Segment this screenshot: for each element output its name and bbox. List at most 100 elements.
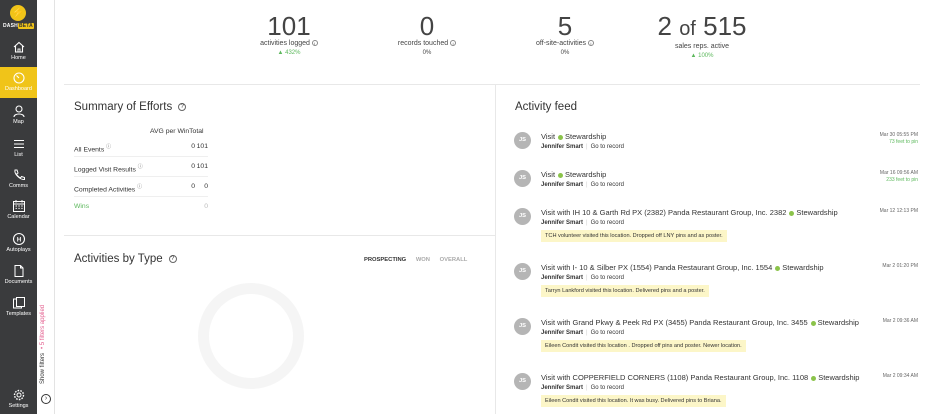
filter-strip: Show filters • 5 filters applied › [37, 0, 55, 414]
feed-item-time: Mar 12 12:13 PM [879, 208, 918, 214]
summary-avg: 0 [191, 163, 195, 170]
summary-row: Completed Activities ⓘ 0 0 [74, 177, 208, 197]
status-dot [811, 375, 817, 381]
stat-change: 0% [422, 50, 432, 56]
map-icon [12, 105, 25, 118]
calendar-icon [12, 200, 25, 212]
status-dot [789, 210, 795, 216]
sidebar-item-settings[interactable]: Settings [0, 384, 37, 414]
feed-item-time: Mar 2 01:20 PM [882, 263, 918, 269]
sidebar-item-documents[interactable]: Documents [0, 260, 37, 291]
stat-records-touched: 0 records touched i 0% [357, 13, 497, 56]
beta-badge: BETA [17, 23, 34, 29]
feed-item-user: Jennifer Smart [541, 182, 584, 188]
feed-item-note: Tarryn Lankford visited this location. D… [541, 285, 709, 297]
stat-sales-reps-active: 2 of 515 sales reps. active ▲ 100% [632, 13, 772, 59]
home-icon [13, 41, 24, 53]
info-icon[interactable]: ⓘ [138, 164, 143, 170]
sidebar-item-label: Comms [9, 183, 28, 189]
sidebar-item-label: Settings [8, 403, 29, 409]
sidebar-item-label: Calendar [7, 214, 30, 220]
avatar: JS [514, 373, 531, 390]
info-icon[interactable]: i [311, 40, 318, 47]
tab-overall[interactable]: OVERALL [440, 257, 468, 263]
summary-avg: 0 [191, 183, 195, 190]
status-dot [775, 265, 781, 271]
feed-item-distance: 73 feet to pin [889, 139, 918, 145]
sidebar-item-comms[interactable]: Comms [0, 164, 37, 195]
sidebar-item-home[interactable]: Home [0, 36, 37, 67]
stat-label: activities logged [260, 40, 310, 47]
summary-total: 0 [204, 183, 208, 190]
stat-activities-logged: 101 activities logged i ▲ 432% [219, 13, 359, 56]
divider [495, 84, 496, 414]
templates-icon [12, 297, 25, 309]
summary-row-label: Completed Activities [74, 186, 136, 194]
autoplay-icon: H [12, 232, 25, 246]
info-icon[interactable]: i [588, 40, 594, 47]
feed-item-note: TCH volunteer visited this location. Dro… [541, 230, 727, 242]
summary-row-label: All Events [74, 146, 105, 154]
feed-item-user: Jennifer Smart [541, 275, 584, 281]
feed-item-time: Mar 16 09:56 AM [879, 170, 918, 176]
summary-row: Logged Visit Results ⓘ 0 101 [74, 157, 208, 177]
feed-item-time: Mar 2 09:36 AM [882, 318, 918, 324]
go-to-record-link[interactable]: Go to record [591, 330, 624, 336]
sidebar-item-label: Dashboard [5, 86, 32, 92]
feed-item-tag: Stewardship [565, 170, 607, 179]
stat-value: 2 of 515 [657, 11, 747, 41]
feed-item-title: Visit with IH 10 & Garth Rd PX (2382) Pa… [541, 208, 787, 217]
activity-type-donut [198, 283, 304, 389]
show-filters-toggle[interactable]: Show filters • 5 filters applied [40, 294, 50, 384]
brand-logo[interactable]: ⚡ DASHBETA [0, 0, 37, 34]
activity-feed-title: Activity feed [515, 101, 577, 113]
summary-row: All Events ⓘ 0 101 [74, 137, 208, 157]
sidebar-item-autoplays[interactable]: H Autoplays [0, 228, 37, 259]
sidebar-item-dashboard[interactable]: Dashboard [0, 67, 37, 98]
feed-item-tag: Stewardship [817, 318, 859, 327]
go-to-record-link[interactable]: Go to record [591, 385, 624, 391]
list-icon [13, 139, 24, 149]
feed-item-user: Jennifer Smart [541, 220, 584, 226]
go-to-record-link[interactable]: Go to record [591, 220, 624, 226]
info-icon[interactable]: i [450, 40, 457, 47]
svg-text:H: H [16, 237, 20, 243]
avatar: JS [514, 263, 531, 280]
info-icon[interactable]: ⓘ [106, 144, 111, 150]
summary-row-wins: Wins 0 [74, 197, 208, 217]
sidebar-item-list[interactable]: List [0, 133, 37, 164]
feed-item-tag: Stewardship [796, 208, 838, 217]
feed-item-title: Visit with COPPERFIELD CORNERS (1108) Pa… [541, 373, 809, 382]
info-icon[interactable]: ? [168, 254, 177, 263]
summary-total: 0 [204, 203, 208, 210]
feed-item-distance: 233 feet to pin [886, 177, 918, 183]
stat-label: off-site-activities [535, 40, 587, 47]
feed-item-time: Mar 2 09:34 AM [882, 373, 918, 379]
feed-item-title: Visit [541, 170, 556, 179]
summary-avg: 0 [191, 143, 195, 150]
stat-change: ▲ 100% [690, 53, 714, 59]
go-to-record-link[interactable]: Go to record [591, 182, 624, 188]
filter-toggle-icon[interactable]: › [41, 394, 51, 404]
go-to-record-link[interactable]: Go to record [591, 144, 624, 150]
go-to-record-link[interactable]: Go to record [591, 275, 624, 281]
sidebar-item-templates[interactable]: Templates [0, 292, 37, 323]
filters-applied-count: • 5 filters applied [40, 304, 46, 349]
sidebar-item-map[interactable]: Map [0, 100, 37, 131]
stat-offsite-activities: 5 off-site-activities i 0% [495, 13, 635, 56]
info-icon[interactable]: ? [178, 102, 187, 111]
divider [64, 84, 920, 85]
info-icon[interactable]: ⓘ [137, 184, 142, 190]
sidebar-item-calendar[interactable]: Calendar [0, 195, 37, 226]
summary-row-label[interactable]: Wins [74, 203, 89, 210]
feed-item-user: Jennifer Smart [541, 385, 584, 391]
activity-type-tabs: PROSPECTING WON OVERALL [364, 257, 475, 263]
tab-won[interactable]: WON [416, 257, 430, 263]
avatar: JS [514, 318, 531, 335]
activities-by-type-title: Activities by Type? [74, 253, 177, 265]
tab-prospecting[interactable]: PROSPECTING [364, 257, 406, 263]
feed-item-note: Eileen Condit visited this location . Dr… [541, 340, 746, 352]
feed-item-user: Jennifer Smart [541, 330, 584, 336]
sidebar-item-label: Map [13, 119, 24, 125]
feed-item-title: Visit with Grand Pkwy & Peek Rd PX (3455… [541, 318, 808, 327]
